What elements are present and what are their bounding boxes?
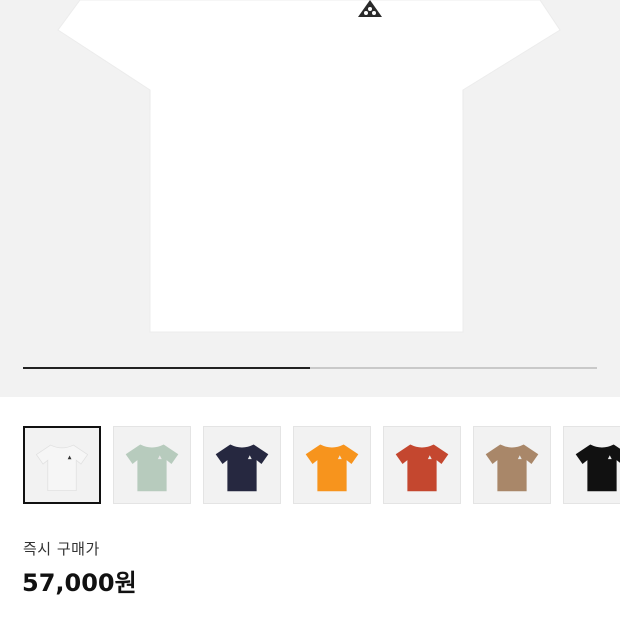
tshirt-thumbnail-icon (125, 444, 179, 492)
color-variant-thumbnail[interactable] (383, 426, 461, 504)
tshirt-image (57, 0, 561, 333)
color-variant-thumbnail[interactable] (113, 426, 191, 504)
color-variant-thumbnail[interactable] (473, 426, 551, 504)
image-carousel-progress (23, 367, 597, 369)
tshirt-thumbnail-icon (485, 444, 539, 492)
color-variant-thumbnail[interactable] (23, 426, 101, 504)
instant-buy-price-label: 즉시 구매가 (23, 540, 100, 558)
tshirt-thumbnail-icon (305, 444, 359, 492)
carousel-progress-fill (23, 367, 310, 369)
tshirt-thumbnail-icon (35, 444, 89, 491)
color-variant-thumbnail[interactable] (563, 426, 620, 504)
instant-buy-price: 57,000원 (22, 569, 137, 597)
tshirt-thumbnail-icon (215, 444, 269, 492)
color-variant-thumbnail[interactable] (203, 426, 281, 504)
tshirt-thumbnail-icon (575, 444, 620, 492)
color-variant-thumbnail[interactable] (293, 426, 371, 504)
tshirt-thumbnail-icon (395, 444, 449, 492)
product-image[interactable] (0, 0, 620, 397)
color-variant-thumbnails (23, 426, 620, 504)
